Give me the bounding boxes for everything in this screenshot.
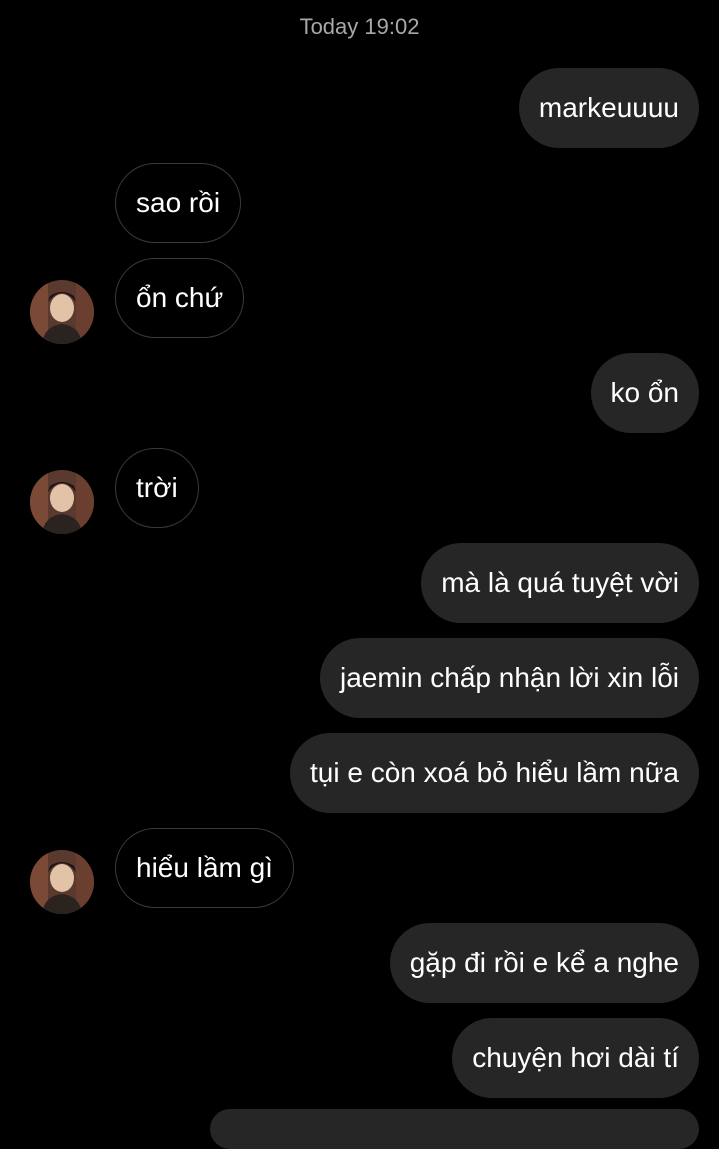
message-bubble-incoming[interactable]: trời [115,448,199,528]
message-bubble-outgoing[interactable]: ko ổn [590,353,699,433]
message-bubble-incoming[interactable]: sao rồi [115,163,242,243]
message-bubble-outgoing[interactable]: jaemin chấp nhận lời xin lỗi [320,638,699,718]
chat-timestamp: Today 19:02 [299,14,420,39]
sender-avatar[interactable] [30,470,94,534]
message-bubble-outgoing[interactable]: tụi e còn xoá bỏ hiểu lầm nữa [290,733,699,813]
message-bubble-outgoing[interactable]: markeuuuu [518,68,699,148]
sender-avatar[interactable] [30,280,94,344]
message-bubble-incoming[interactable]: hiểu lầm gì [115,828,294,908]
avatar-photo-icon [30,280,94,344]
avatar-photo-icon [30,470,94,534]
message-bubble-outgoing[interactable]: mà là quá tuyệt vời [421,543,699,623]
message-bubble-incoming[interactable]: ổn chứ [115,258,245,338]
avatar-photo-icon [30,850,94,914]
message-bubble-outgoing[interactable]: gặp đi rồi e kể a nghe [389,923,699,1003]
message-bubble-outgoing[interactable]: chuyện hơi dài tí [452,1018,699,1098]
message-bubble-partial[interactable] [210,1109,699,1149]
sender-avatar[interactable] [30,850,94,914]
